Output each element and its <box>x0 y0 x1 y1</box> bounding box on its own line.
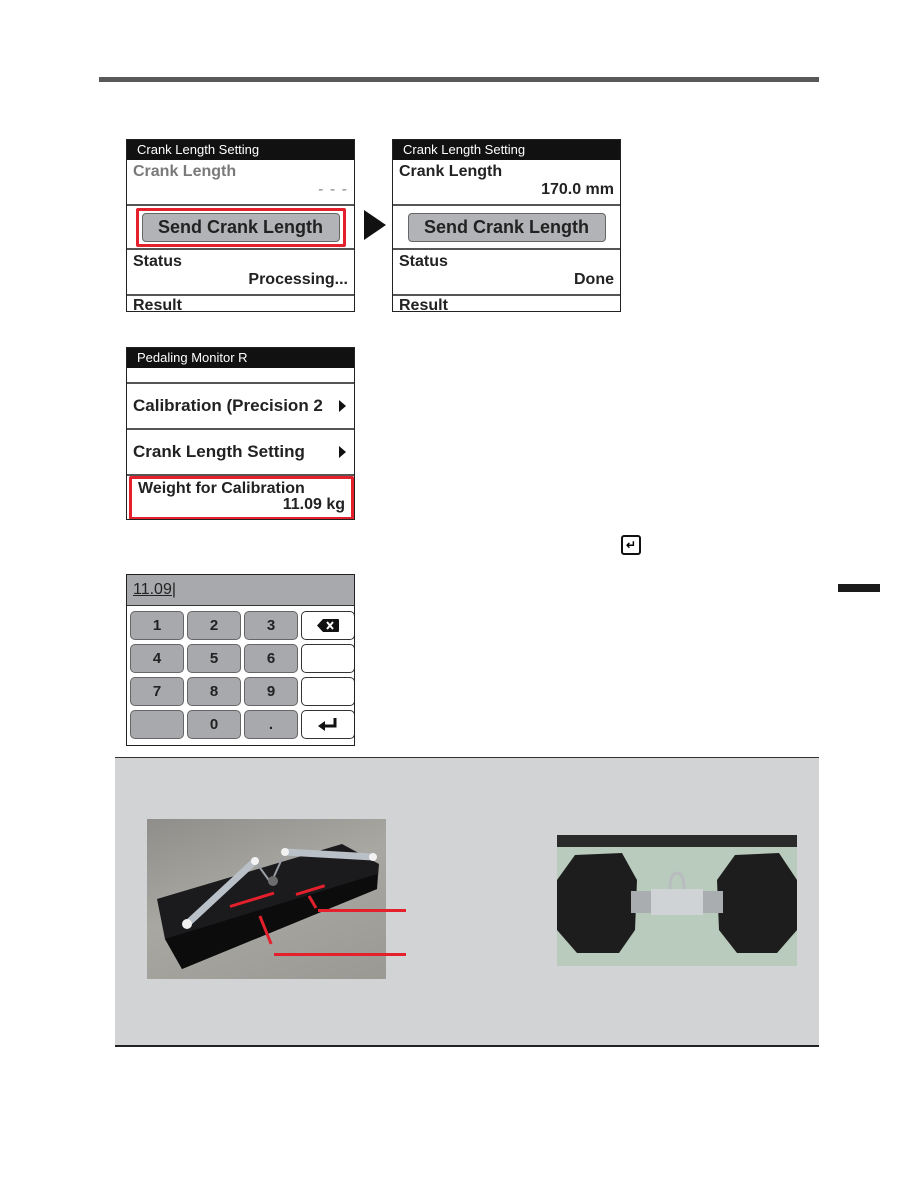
blank-key[interactable] <box>130 710 184 739</box>
numeric-keypad-screen: 11.09| 1 2 3 4 5 6 7 8 9 0 . <box>126 574 355 746</box>
key-3[interactable]: 3 <box>244 611 298 640</box>
status-label: Status <box>399 253 448 270</box>
scrolled-item-partial <box>127 368 354 384</box>
arrow-right-icon <box>364 210 386 240</box>
key-7[interactable]: 7 <box>130 677 184 706</box>
key-decimal[interactable]: . <box>244 710 298 739</box>
input-value: 11.09 <box>133 581 172 598</box>
status-value: Processing... <box>248 271 348 288</box>
section-divider <box>99 77 819 82</box>
screen-title: Crank Length Setting <box>127 140 354 160</box>
status-label: Status <box>133 253 182 270</box>
crank-length-label: Crank Length <box>399 163 503 180</box>
highlight-box: Send Crank Length <box>135 207 346 247</box>
result-label: Result <box>133 297 182 312</box>
send-crank-length-button[interactable]: Send Crank Length <box>407 212 606 242</box>
chevron-right-icon <box>339 400 346 412</box>
menu-item-calibration[interactable]: Calibration (Precision 2 <box>127 384 354 430</box>
key-4[interactable]: 4 <box>130 644 184 673</box>
key-5[interactable]: 5 <box>187 644 241 673</box>
chapter-tab-marker <box>838 584 880 592</box>
pedaling-monitor-screen: Pedaling Monitor R Calibration (Precisio… <box>126 347 355 520</box>
result-label: Result <box>399 297 448 312</box>
menu-item-label: Calibration (Precision 2 <box>133 396 323 415</box>
menu-item-crank-length-setting[interactable]: Crank Length Setting <box>127 430 354 476</box>
backspace-icon <box>317 619 339 632</box>
enter-icon <box>318 717 337 731</box>
send-row: Send Crank Length <box>393 206 620 250</box>
crank-length-label: Crank Length <box>133 163 237 180</box>
dumbbell-photo <box>557 835 797 966</box>
weight-value: 11.09 kg <box>282 496 345 513</box>
crank-length-row: Crank Length 170.0 mm <box>393 160 620 206</box>
backspace-key[interactable] <box>301 611 354 640</box>
key-0[interactable]: 0 <box>187 710 241 739</box>
dumbbell-illustration <box>557 835 797 953</box>
status-row: Status Processing... <box>127 250 354 296</box>
callout-line <box>274 953 406 956</box>
key-1[interactable]: 1 <box>130 611 184 640</box>
menu-item-label: Crank Length Setting <box>133 442 305 461</box>
crank-length-screen-after: Crank Length Setting Crank Length 170.0 … <box>392 139 621 312</box>
blank-key[interactable] <box>301 677 354 706</box>
key-8[interactable]: 8 <box>187 677 241 706</box>
callout-line <box>318 909 406 912</box>
send-crank-length-button[interactable]: Send Crank Length <box>141 212 340 242</box>
enter-key-icon: ↵ <box>621 535 641 555</box>
crank-length-value: - - - <box>318 181 348 198</box>
value-input[interactable]: 11.09| <box>127 575 354 606</box>
status-row: Status Done <box>393 250 620 296</box>
crank-length-row: Crank Length - - - <box>127 160 354 206</box>
crank-length-screen-before: Crank Length Setting Crank Length - - - … <box>126 139 355 312</box>
send-row: Send Crank Length <box>127 206 354 250</box>
screen-title: Pedaling Monitor R <box>127 348 354 368</box>
menu-item-weight-for-calibration[interactable]: Weight for Calibration 11.09 kg <box>129 476 354 519</box>
keypad-grid: 1 2 3 4 5 6 7 8 9 0 . <box>127 606 354 742</box>
enter-key[interactable] <box>301 710 354 739</box>
crank-length-value: 170.0 mm <box>541 181 614 198</box>
blank-key[interactable] <box>301 644 354 673</box>
key-6[interactable]: 6 <box>244 644 298 673</box>
status-value: Done <box>574 271 614 288</box>
screen-title: Crank Length Setting <box>393 140 620 160</box>
chevron-right-icon <box>339 446 346 458</box>
key-9[interactable]: 9 <box>244 677 298 706</box>
key-2[interactable]: 2 <box>187 611 241 640</box>
